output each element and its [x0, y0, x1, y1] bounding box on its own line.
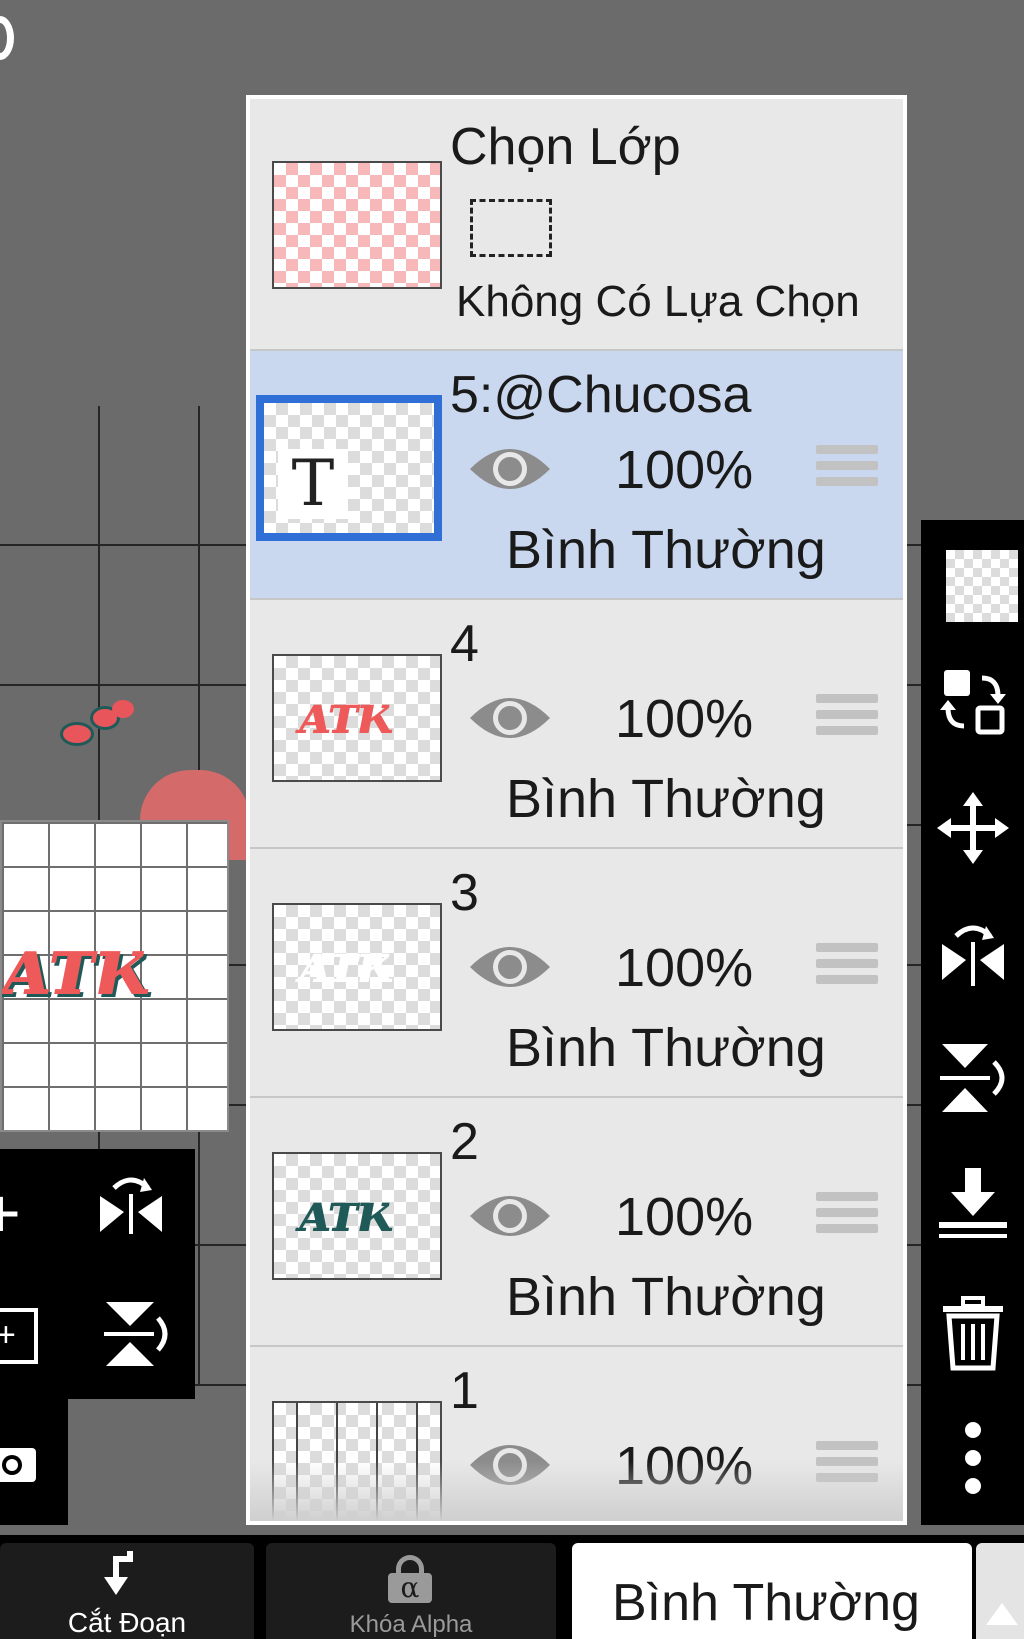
navigator-preview[interactable]: ᴀᴛĸ — [0, 820, 229, 1132]
layer-opacity[interactable]: 100% — [615, 439, 753, 501]
selection-title: Chọn Lớp — [450, 118, 681, 176]
flip-layer-vertical-button[interactable] — [935, 1040, 1011, 1116]
flip-horizontal-button[interactable] — [96, 1172, 166, 1248]
merge-down-button[interactable] — [935, 1168, 1011, 1244]
bottom-bar: Cắt Đoạn α Khóa Alpha Bình Thường — [0, 1535, 1024, 1639]
selection-layer-row[interactable]: Chọn Lớp Không Có Lựa Chọn — [250, 99, 903, 351]
clip-arrow-icon — [104, 1551, 133, 1595]
alpha-lock-button[interactable]: α Khóa Alpha — [266, 1543, 556, 1639]
drag-handle-icon[interactable] — [816, 1192, 878, 1240]
blend-mode-value: Bình Thường — [612, 1574, 920, 1632]
selection-marquee-icon — [470, 199, 552, 257]
layer-row-4[interactable]: ᴀᴛĸ 4 100% Bình Thường — [250, 600, 903, 849]
camera-button[interactable] — [0, 1438, 38, 1486]
alpha-symbol: α — [388, 1573, 432, 1603]
drag-handle-icon[interactable] — [816, 694, 878, 742]
flip-horizontal-icon — [942, 925, 1004, 986]
flip-vertical-icon — [940, 1044, 1005, 1112]
layer-blend-mode: Bình Thường — [506, 1018, 826, 1078]
layer-name: 4 — [450, 615, 479, 673]
text-layer-icon: T — [278, 449, 348, 519]
visibility-eye-icon[interactable] — [468, 688, 552, 748]
layer-opacity[interactable]: 100% — [615, 1186, 753, 1248]
clip-label: Cắt Đoạn — [67, 1607, 187, 1638]
visibility-eye-icon[interactable] — [468, 1186, 552, 1246]
layer-4-thumbnail: ᴀᴛĸ — [272, 654, 442, 782]
move-arrows-icon — [937, 792, 1009, 864]
layers-panel: Chọn Lớp Không Có Lựa Chọn T 5:@Chucosa … — [246, 95, 907, 1525]
merge-down-icon — [939, 1168, 1007, 1238]
flip-vertical-icon — [104, 1302, 168, 1366]
layer-name: 2 — [450, 1113, 479, 1171]
layer-opacity[interactable]: 100% — [615, 937, 753, 999]
flip-layer-horizontal-button[interactable] — [935, 916, 1011, 992]
layer-2-thumbnail: ᴀᴛĸ — [272, 1152, 442, 1280]
new-transparent-layer-button[interactable] — [946, 550, 1018, 622]
layer-row-2[interactable]: ᴀᴛĸ 2 100% Bình Thường — [250, 1098, 903, 1347]
layer-name: 1 — [450, 1362, 479, 1420]
canvas-artwork-flower — [60, 700, 140, 760]
visibility-eye-icon[interactable] — [468, 439, 552, 499]
delete-layer-button[interactable] — [935, 1296, 1011, 1372]
layer-3-thumbnail: ᴀᴛĸ — [272, 903, 442, 1031]
lock-icon: α — [388, 1555, 432, 1603]
add-layer-button[interactable]: + — [0, 1178, 36, 1248]
layer-row-5[interactable]: T 5:@Chucosa 100% Bình Thường — [250, 351, 903, 600]
visibility-eye-icon[interactable] — [468, 937, 552, 997]
drag-handle-icon[interactable] — [816, 445, 878, 493]
add-copy-layer-button[interactable]: + — [0, 1308, 38, 1364]
flip-horizontal-icon — [100, 1177, 162, 1234]
kebab-menu-icon — [965, 1422, 981, 1494]
right-toolbar — [921, 520, 1024, 1525]
swap-layers-button[interactable] — [935, 664, 1011, 740]
blend-mode-select[interactable]: Bình Thường — [572, 1543, 972, 1639]
alpha-lock-label: Khóa Alpha — [349, 1611, 473, 1638]
layer-opacity[interactable]: 100% — [615, 688, 753, 750]
more-options-button[interactable] — [935, 1420, 1011, 1496]
clip-button[interactable]: Cắt Đoạn — [0, 1543, 254, 1639]
move-layer-button[interactable] — [935, 790, 1011, 866]
drag-handle-icon[interactable] — [816, 943, 878, 991]
navigator-artwork: ᴀᴛĸ — [0, 918, 150, 1014]
teal-lettering-art: ᴀᴛĸ — [296, 1180, 393, 1244]
layer-blend-mode: Bình Thường — [506, 520, 826, 580]
white-lettering-art: ᴀᴛĸ — [296, 931, 393, 995]
layer-blend-mode: Bình Thường — [506, 1267, 826, 1327]
layer-blend-mode: Bình Thường — [506, 769, 826, 829]
pink-lettering-art: ᴀᴛĸ — [296, 682, 393, 746]
layer-5-thumbnail: T — [256, 395, 442, 541]
selection-status: Không Có Lựa Chọn — [456, 277, 860, 326]
trash-icon — [943, 1296, 1003, 1371]
layer-name: 5:@Chucosa — [450, 366, 752, 424]
layer-name: 3 — [450, 864, 479, 922]
top-left-glyph — [0, 16, 14, 60]
layer-row-3[interactable]: ᴀᴛĸ 3 100% Bình Thường — [250, 849, 903, 1098]
camera-icon — [0, 1448, 36, 1482]
flip-vertical-button[interactable] — [100, 1296, 170, 1372]
swap-layers-icon — [940, 670, 1006, 735]
chevron-up-icon — [986, 1603, 1018, 1625]
selection-thumbnail — [272, 161, 442, 289]
scroll-fade — [250, 1461, 903, 1521]
blend-mode-dropdown[interactable] — [976, 1543, 1024, 1639]
